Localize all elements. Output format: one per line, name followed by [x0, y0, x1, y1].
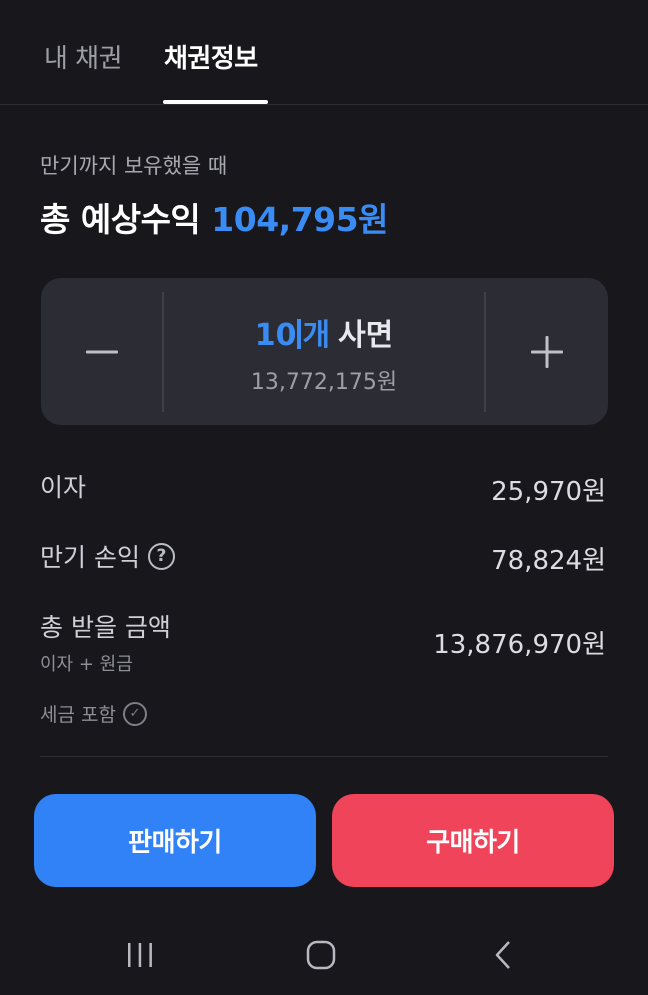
holding-condition-text: 만기까지 보유했을 때 [40, 154, 228, 178]
maturity-pl-value: 78,824원 [491, 546, 606, 576]
check-circle-icon: ✓ [122, 701, 147, 726]
home-button[interactable] [291, 933, 351, 977]
back-chevron-icon [495, 941, 510, 969]
interest-label: 이자 [40, 473, 87, 502]
sell-button[interactable]: 판매하기 [34, 794, 316, 887]
increase-button[interactable] [486, 278, 608, 425]
app-root: 내 채권 채권정보 만기까지 보유했을 때 총 예상수익 104,795원 10… [0, 0, 648, 995]
interest-value: 25,970원 [491, 477, 606, 507]
question-circle-icon[interactable]: ? [147, 542, 175, 570]
back-button[interactable] [473, 933, 533, 977]
expected-profit-title: 총 예상수익 104,795원 [40, 193, 388, 241]
purchase-price: 13,772,175원 [250, 370, 398, 395]
expected-profit-amount: 104,795원 [211, 200, 388, 239]
quantity-line: 10 개 사면 [164, 310, 484, 354]
expected-profit-label: 총 예상수익 [40, 200, 201, 239]
quantity-stepper: 10 개 사면 13,772,175원 [41, 278, 608, 425]
maturity-pl-row-label: 만기 손익 ? [40, 538, 175, 574]
section-divider [40, 756, 608, 757]
total-receive-value: 13,876,970원 [433, 630, 606, 660]
decrease-button[interactable] [41, 278, 163, 425]
maturity-pl-label: 만기 손익 [40, 543, 140, 572]
quantity-action: 사면 [338, 318, 394, 353]
tab-bar: 내 채권 채권정보 [0, 0, 648, 105]
recent-apps-icon [128, 943, 152, 967]
home-icon [306, 940, 336, 970]
buy-button[interactable]: 구매하기 [332, 794, 614, 887]
minus-icon [86, 350, 118, 353]
tax-included-label: 세금 포함 [40, 704, 116, 726]
system-navigation-bar [0, 915, 648, 995]
total-receive-label: 총 받을 금액 [40, 613, 171, 642]
recent-apps-button[interactable] [110, 933, 170, 977]
quantity-display[interactable]: 10 개 사면 13,772,175원 [164, 278, 484, 425]
active-tab-indicator [163, 100, 268, 104]
tax-included-note: 세금 포함 ✓ [40, 700, 147, 727]
tab-my-bonds[interactable]: 내 채권 [44, 38, 123, 75]
plus-icon [531, 335, 563, 368]
quantity-number: 10 [254, 318, 297, 353]
text-cursor [297, 319, 302, 349]
total-receive-sublabel: 이자 + 원금 [40, 654, 133, 675]
quantity-unit: 개 [302, 318, 331, 353]
tab-bond-info[interactable]: 채권정보 [164, 38, 258, 75]
